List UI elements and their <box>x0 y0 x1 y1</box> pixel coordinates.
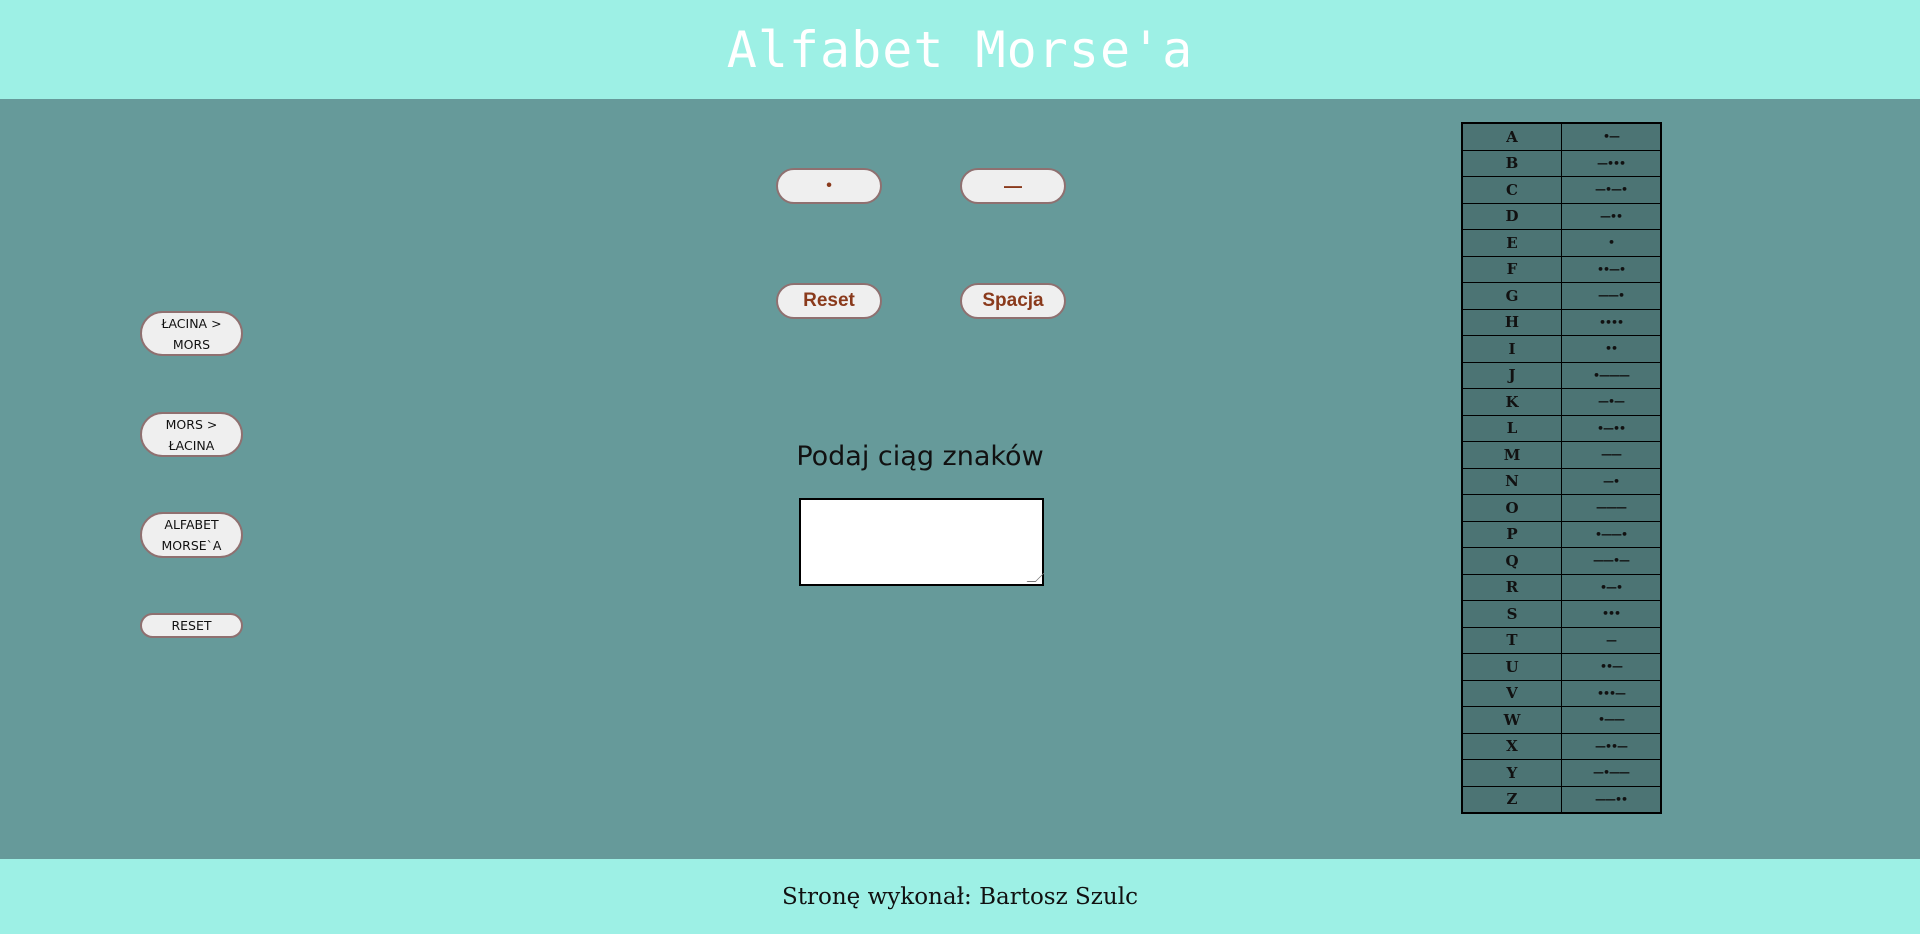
morse-letter: T <box>1461 626 1562 654</box>
morse-row: V •••— <box>1461 679 1662 707</box>
morse-letter: S <box>1461 600 1562 628</box>
morse-code: —• <box>1561 467 1662 495</box>
morse-code: •——• <box>1561 520 1662 548</box>
morse-code: •••• <box>1561 308 1662 336</box>
morse-letter: H <box>1461 308 1562 336</box>
morse-letter: Z <box>1461 785 1562 814</box>
morse-row: N —• <box>1461 467 1662 495</box>
morse-alphabet-button[interactable]: ALFABET MORSE`A <box>140 512 243 558</box>
morse-letter: L <box>1461 414 1562 442</box>
morse-code: —•—— <box>1561 759 1662 787</box>
morse-letter: A <box>1461 122 1562 151</box>
author-credit: Stronę wykonał: Bartosz Szulc <box>782 883 1138 910</box>
morse-row: J •——— <box>1461 361 1662 389</box>
morse-code: ——— <box>1561 494 1662 522</box>
morse-row: W •—— <box>1461 706 1662 734</box>
side-reset-button[interactable]: RESET <box>140 613 243 638</box>
morse-to-latin-button[interactable]: MORS > ŁACINA <box>140 412 243 457</box>
morse-code: ——•• <box>1561 785 1662 814</box>
morse-code: —•• <box>1561 202 1662 230</box>
morse-row: G ——• <box>1461 282 1662 310</box>
morse-code: —•—• <box>1561 176 1662 204</box>
morse-letter: P <box>1461 520 1562 548</box>
morse-row: C —•—• <box>1461 176 1662 204</box>
dot-button[interactable]: • <box>776 168 882 204</box>
morse-row: Q ——•— <box>1461 547 1662 575</box>
morse-row: H •••• <box>1461 308 1662 336</box>
morse-letter: X <box>1461 732 1562 760</box>
morse-code: •—— <box>1561 706 1662 734</box>
morse-letter: K <box>1461 388 1562 416</box>
morse-row: U ••— <box>1461 653 1662 681</box>
morse-letter: Q <box>1461 547 1562 575</box>
morse-code: ••— <box>1561 653 1662 681</box>
morse-code: •——— <box>1561 361 1662 389</box>
morse-code: —••• <box>1561 149 1662 177</box>
morse-row: E • <box>1461 229 1662 257</box>
morse-row: D —•• <box>1461 202 1662 230</box>
morse-row: F ••—• <box>1461 255 1662 283</box>
text-input[interactable] <box>799 498 1045 586</box>
morse-row: X —••— <box>1461 732 1662 760</box>
morse-row: M —— <box>1461 441 1662 469</box>
morse-row: L •—•• <box>1461 414 1662 442</box>
morse-row: T — <box>1461 626 1662 654</box>
morse-letter: J <box>1461 361 1562 389</box>
morse-letter: E <box>1461 229 1562 257</box>
morse-row: R •—• <box>1461 573 1662 601</box>
space-button[interactable]: Spacja <box>960 283 1066 319</box>
morse-letter: M <box>1461 441 1562 469</box>
morse-code: ••—• <box>1561 255 1662 283</box>
morse-row: Y —•—— <box>1461 759 1662 787</box>
morse-letter: Y <box>1461 759 1562 787</box>
morse-code: ——•— <box>1561 547 1662 575</box>
morse-letter: D <box>1461 202 1562 230</box>
morse-row: I •• <box>1461 335 1662 363</box>
morse-alphabet-table: A •— B —••• C —•—• D —•• E • F ••—• G ——• H •••• I •• J •——… <box>1461 122 1662 814</box>
morse-code: •• <box>1561 335 1662 363</box>
page-footer: Stronę wykonał: Bartosz Szulc <box>0 859 1920 934</box>
morse-row: O ——— <box>1461 494 1662 522</box>
morse-row: S ••• <box>1461 600 1662 628</box>
dash-button[interactable]: — <box>960 168 1066 204</box>
morse-letter: N <box>1461 467 1562 495</box>
morse-code: —••— <box>1561 732 1662 760</box>
morse-letter: V <box>1461 679 1562 707</box>
morse-letter: O <box>1461 494 1562 522</box>
morse-letter: B <box>1461 149 1562 177</box>
morse-code: —— <box>1561 441 1662 469</box>
morse-letter: G <box>1461 282 1562 310</box>
morse-code: ••• <box>1561 600 1662 628</box>
morse-letter: R <box>1461 573 1562 601</box>
morse-letter: F <box>1461 255 1562 283</box>
morse-code: •—• <box>1561 573 1662 601</box>
morse-code: •••— <box>1561 679 1662 707</box>
morse-code: — <box>1561 626 1662 654</box>
reset-button[interactable]: Reset <box>776 283 882 319</box>
morse-row: P •——• <box>1461 520 1662 548</box>
morse-letter: U <box>1461 653 1562 681</box>
morse-letter: I <box>1461 335 1562 363</box>
morse-code: •—•• <box>1561 414 1662 442</box>
latin-to-morse-button[interactable]: ŁACINA > MORS <box>140 311 243 356</box>
page-title: Alfabet Morse'a <box>726 20 1194 79</box>
morse-row: A •— <box>1461 122 1662 151</box>
page-header: Alfabet Morse'a <box>0 0 1920 99</box>
morse-code: •— <box>1561 122 1662 151</box>
morse-row: B —••• <box>1461 149 1662 177</box>
morse-letter: W <box>1461 706 1562 734</box>
morse-code: —•— <box>1561 388 1662 416</box>
morse-code: • <box>1561 229 1662 257</box>
input-prompt: Podaj ciąg znaków <box>796 441 1044 472</box>
morse-row: Z ——•• <box>1461 785 1662 814</box>
resize-grip-icon[interactable] <box>1026 573 1045 582</box>
morse-row: K —•— <box>1461 388 1662 416</box>
morse-letter: C <box>1461 176 1562 204</box>
morse-code: ——• <box>1561 282 1662 310</box>
